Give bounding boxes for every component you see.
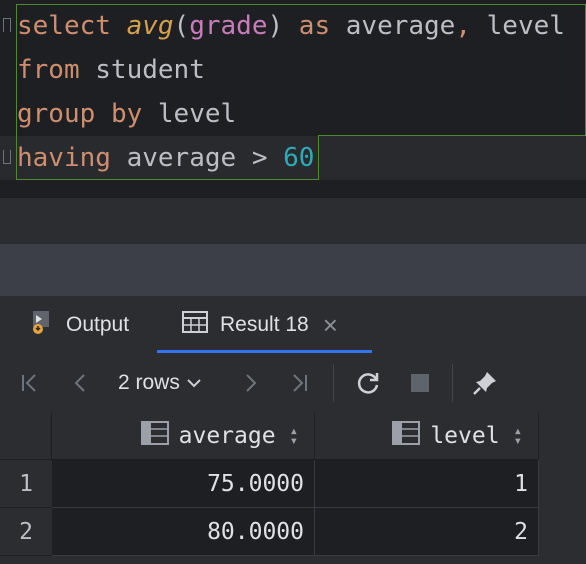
code-line-4[interactable]: having average > 60 (17, 136, 314, 180)
number-literal: 60 (283, 143, 315, 173)
comma: , (455, 11, 471, 41)
keyword-group: group (17, 99, 96, 129)
row-number[interactable]: 1 (0, 460, 52, 508)
table-cell-level[interactable]: 1 (315, 460, 539, 508)
column-header-level[interactable]: level ▴ ▾ (315, 412, 539, 460)
grid-corner[interactable] (0, 412, 52, 460)
column-level: level (486, 11, 565, 41)
grid-bottom-area (0, 556, 539, 564)
code-line-1[interactable]: select avg(grade) as average, level (17, 4, 565, 48)
column-header-average[interactable]: average ▴ ▾ (52, 412, 315, 460)
tab-output[interactable]: Output (30, 296, 129, 354)
keyword-from: from (17, 55, 80, 85)
rows-count-dropdown[interactable]: 2 rows (118, 366, 202, 400)
rows-count-label: 2 rows (118, 371, 180, 394)
keyword-by: by (110, 99, 143, 129)
table-cell-average[interactable]: 80.0000 (52, 508, 315, 556)
grid-empty-area (539, 412, 586, 564)
column-header-label: level (430, 422, 500, 449)
sql-editor[interactable]: select avg(grade) as average, level from… (0, 0, 586, 198)
sort-icon[interactable]: ▴ ▾ (290, 424, 298, 448)
stop-icon[interactable] (405, 368, 435, 398)
tool-window-tabs: Output Result 18 × (0, 296, 586, 354)
pin-icon[interactable] (470, 368, 500, 398)
paren-open: ( (173, 11, 190, 41)
toolbar-separator (333, 364, 334, 402)
column-header-label: average (178, 422, 276, 449)
output-icon (30, 309, 54, 341)
table-cell-level[interactable]: 2 (315, 508, 539, 556)
code-line-2[interactable]: from student (17, 48, 205, 92)
result-toolbar: 2 rows (0, 354, 586, 412)
code-line-3[interactable]: group by level (17, 92, 236, 136)
identifier-average: average (126, 143, 237, 173)
paren-close: ) (267, 11, 284, 41)
keyword-having: having (17, 143, 111, 173)
last-page-icon[interactable] (284, 368, 314, 398)
first-page-icon[interactable] (15, 368, 45, 398)
statement-outline-step (319, 135, 586, 136)
alias-average: average (345, 11, 456, 41)
table-student: student (95, 55, 205, 85)
prev-page-icon[interactable] (66, 368, 96, 398)
table-cell-average[interactable]: 75.0000 (52, 460, 315, 508)
column-level: level (157, 99, 237, 129)
column-icon (140, 420, 169, 451)
function-avg: avg (126, 11, 174, 41)
next-page-icon[interactable] (235, 368, 265, 398)
refresh-icon[interactable] (353, 368, 383, 398)
column-grade: grade (189, 11, 268, 41)
keyword-as: as (298, 11, 331, 41)
table-icon (182, 311, 208, 339)
services-panel-header (0, 244, 586, 296)
tab-result-label: Result 18 (220, 313, 309, 336)
chevron-down-icon (186, 371, 202, 395)
editor-splitter[interactable] (0, 198, 586, 246)
close-icon[interactable]: × (323, 310, 338, 341)
tab-output-label: Output (66, 313, 130, 336)
operator-greater: > (251, 143, 268, 173)
fold-end-marker-icon[interactable] (3, 150, 11, 164)
sort-icon[interactable]: ▴ ▾ (514, 424, 522, 448)
active-tab-indicator (157, 350, 372, 353)
tab-result-18[interactable]: Result 18 × (182, 296, 338, 354)
toolbar-separator (452, 364, 453, 402)
keyword-select: select (17, 11, 111, 41)
result-grid[interactable]: average ▴ ▾ level ▴ ▾ 1 75.0000 1 2 80.000… (0, 412, 586, 564)
fold-marker-icon[interactable] (3, 18, 11, 32)
column-icon (392, 420, 421, 451)
row-number[interactable]: 2 (0, 508, 52, 556)
